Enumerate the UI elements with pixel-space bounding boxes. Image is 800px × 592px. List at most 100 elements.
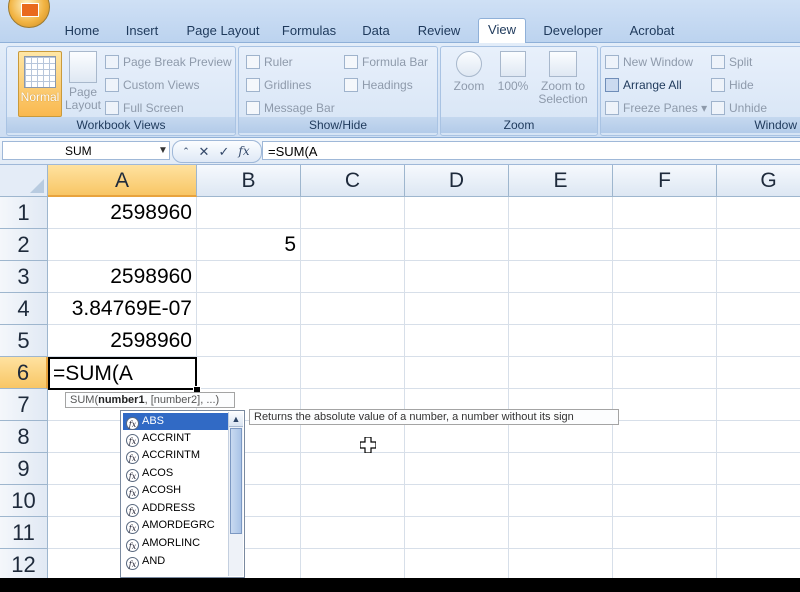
new-window-label: New Window [623, 55, 694, 69]
row-header-5[interactable]: 5 [0, 325, 48, 357]
split-button[interactable]: Split [711, 53, 752, 71]
autocomplete-item-amorlinc[interactable]: fx AMORLINC [123, 535, 230, 552]
checkbox-checked-icon [246, 78, 260, 92]
unhide-icon [711, 101, 725, 115]
autocomplete-item-acos[interactable]: fx ACOS [123, 465, 230, 482]
tooltip-current-argument: number1 [98, 394, 145, 406]
checkbox-checked-icon [344, 55, 358, 69]
group-window: New Window Arrange All Freeze Panes ▾ Sp… [600, 46, 800, 136]
office-button[interactable] [8, 0, 50, 28]
headings-checkbox[interactable]: Headings [344, 76, 413, 94]
full-screen-button[interactable]: Full Screen [105, 99, 184, 117]
tab-home[interactable]: Home [58, 20, 106, 42]
tab-acrobat[interactable]: Acrobat [620, 20, 684, 42]
tab-insert[interactable]: Insert [116, 20, 168, 42]
autocomplete-item-abs[interactable]: fx ABS [123, 413, 230, 430]
autocomplete-item-label: ADDRESS [142, 502, 196, 514]
arrange-all-button[interactable]: Arrange All [605, 76, 682, 94]
column-header-e[interactable]: E [509, 165, 613, 197]
cell-a4[interactable]: 3.84769E-07 [48, 293, 196, 324]
scroll-up-arrow-icon[interactable]: ▲ [229, 412, 243, 427]
function-description-tooltip: Returns the absolute value of a number, … [249, 409, 619, 425]
cell-a5[interactable]: 2598960 [48, 325, 196, 356]
cancel-icon[interactable]: ✕ [195, 142, 213, 161]
cell-a3[interactable]: 2598960 [48, 261, 196, 292]
gridlines-checkbox[interactable]: Gridlines [246, 76, 311, 94]
column-header-c[interactable]: C [301, 165, 405, 197]
function-icon: fx [126, 417, 139, 430]
row-header-4[interactable]: 4 [0, 293, 48, 325]
column-header-b[interactable]: B [197, 165, 301, 197]
function-argument-tooltip[interactable]: SUM(number1, [number2], ...) [65, 392, 235, 408]
normal-view-button[interactable]: Normal [18, 51, 62, 117]
unhide-button[interactable]: Unhide [711, 99, 767, 117]
row-header-8[interactable]: 8 [0, 421, 48, 453]
expand-icon[interactable]: ⌃ [177, 142, 195, 161]
gridline [48, 228, 800, 229]
tab-review[interactable]: Review [410, 20, 468, 42]
column-header-a[interactable]: A [48, 165, 197, 197]
function-icon: fx [126, 504, 139, 517]
gridline [508, 197, 509, 578]
cell-b2[interactable]: 5 [197, 229, 300, 260]
tab-view[interactable]: View [478, 18, 526, 44]
row-header-6[interactable]: 6 [0, 357, 48, 389]
page-break-preview-label: Page Break Preview [123, 55, 232, 69]
function-autocomplete-list[interactable]: fx ABS fx ACCRINT fx ACCRINTM fx ACOS fx ACOS… [120, 410, 245, 578]
name-box-dropdown-icon[interactable]: ▼ [156, 141, 170, 160]
tab-formulas[interactable]: Formulas [276, 20, 342, 42]
row-header-10[interactable]: 10 [0, 485, 48, 517]
column-header-f[interactable]: F [613, 165, 717, 197]
tab-page-layout[interactable]: Page Layout [180, 20, 266, 42]
zoom-100-label: 100% [497, 79, 529, 93]
freeze-panes-icon [605, 101, 619, 115]
row-header-2[interactable]: 2 [0, 229, 48, 261]
select-all-triangle-icon [30, 179, 44, 193]
autocomplete-item-label: AMORLINC [142, 537, 201, 549]
insert-function-icon[interactable]: fx [235, 142, 253, 161]
autocomplete-item-and[interactable]: fx AND [123, 553, 230, 570]
excel-window: Home Insert Page Layout Formulas Data Re… [0, 0, 800, 578]
row-header-12[interactable]: 12 [0, 549, 48, 578]
autocomplete-item-amordegrc[interactable]: fx AMORDEGRC [123, 517, 230, 534]
name-box[interactable]: SUM [2, 141, 170, 160]
zoom-button[interactable]: Zoom [447, 51, 491, 93]
page-layout-view-button[interactable]: Page Layout [61, 51, 105, 112]
office-logo-icon [21, 3, 39, 17]
ruler-checkbox[interactable]: Ruler [246, 53, 293, 71]
custom-views-icon [105, 78, 119, 92]
row-header-1[interactable]: 1 [0, 197, 48, 229]
row-header-11[interactable]: 11 [0, 517, 48, 549]
autocomplete-item-accrint[interactable]: fx ACCRINT [123, 430, 230, 447]
hide-button[interactable]: Hide [711, 76, 754, 94]
autocomplete-scrollbar[interactable]: ▲ [228, 412, 243, 576]
zoom-100-button[interactable]: 100% [493, 51, 533, 93]
tab-developer[interactable]: Developer [536, 20, 610, 42]
row-header-9[interactable]: 9 [0, 453, 48, 485]
autocomplete-item-accrintm[interactable]: fx ACCRINTM [123, 447, 230, 464]
zoom-to-selection-button[interactable]: Zoom to Selection [535, 51, 591, 106]
tab-data[interactable]: Data [352, 20, 400, 42]
page-break-preview-button[interactable]: Page Break Preview [105, 53, 232, 71]
cell-a1[interactable]: 2598960 [48, 197, 196, 228]
formula-input[interactable]: =SUM(A [262, 141, 800, 160]
autocomplete-item-label: ABS [142, 415, 165, 427]
enter-check-icon[interactable]: ✓ [215, 142, 233, 161]
message-bar-checkbox[interactable]: Message Bar [246, 99, 335, 117]
column-header-g[interactable]: G [717, 165, 800, 197]
select-all-button[interactable] [0, 165, 48, 197]
autocomplete-item-label: ACOSH [142, 484, 182, 496]
active-cell-a6[interactable]: =SUM(A [48, 357, 197, 390]
freeze-panes-button[interactable]: Freeze Panes ▾ [605, 99, 707, 117]
custom-views-button[interactable]: Custom Views [105, 76, 199, 94]
autocomplete-item-acosh[interactable]: fx ACOSH [123, 482, 230, 499]
row-header-7[interactable]: 7 [0, 389, 48, 421]
scrollbar-thumb[interactable] [230, 428, 242, 534]
column-header-d[interactable]: D [405, 165, 509, 197]
row-header-3[interactable]: 3 [0, 261, 48, 293]
message-bar-label: Message Bar [264, 101, 335, 115]
formula-bar-checkbox[interactable]: Formula Bar [344, 53, 428, 71]
autocomplete-item-address[interactable]: fx ADDRESS [123, 500, 230, 517]
function-icon: fx [126, 469, 139, 482]
new-window-button[interactable]: New Window [605, 53, 693, 71]
